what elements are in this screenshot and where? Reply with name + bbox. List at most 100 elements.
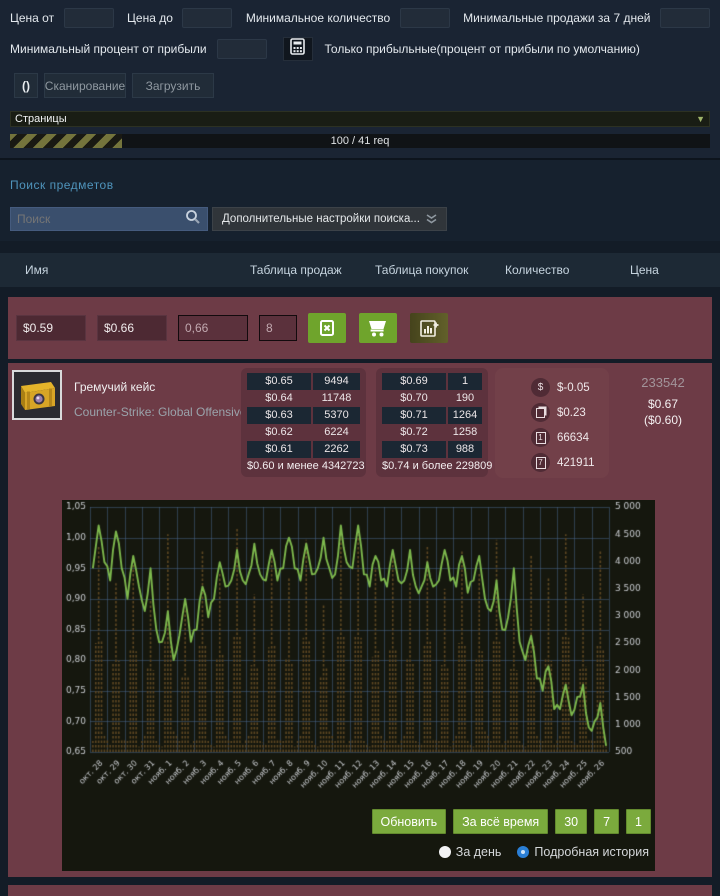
update-chart-button[interactable]: Обновить [371, 809, 447, 834]
item-row: Гремучий кейс Counter-Strike: Global Off… [8, 363, 712, 877]
price-history-panel: Обновить За всё время 30 7 1 За день Под… [62, 500, 655, 871]
sell-price-input[interactable] [97, 315, 167, 341]
buy-price: $0.72 [400, 426, 428, 438]
sell-row: $0.62 6224 [247, 424, 360, 441]
chevron-down-icon: ▼ [696, 114, 705, 124]
sell-qty: 6224 [324, 426, 349, 438]
pages-select[interactable]: Страницы ▼ [10, 111, 710, 127]
min-quantity-label: Минимальное количество [245, 11, 391, 25]
search-title: Поиск предметов [10, 178, 114, 192]
sell-price: $0.61 [247, 441, 311, 458]
price-to-input[interactable] [182, 8, 233, 28]
price-from-label: Цена от [10, 11, 55, 25]
buy-qty: 1 [448, 373, 482, 390]
remove-item-button[interactable] [308, 313, 346, 343]
min-quantity-input[interactable] [399, 8, 450, 28]
item-image [12, 370, 62, 420]
sell-row: $0.63 5370 [247, 407, 360, 424]
refresh-button[interactable]: () [14, 73, 38, 98]
alt-price: ($0.60) [643, 413, 683, 427]
cart-icon [369, 320, 386, 336]
buy-price: $0.69 [382, 373, 446, 390]
search-icon[interactable] [185, 209, 201, 230]
per-day-radio[interactable] [438, 846, 451, 858]
buy-price: $0.71 [382, 407, 446, 424]
sell-price: $0.62 [265, 426, 293, 438]
sell-footer: $0.60 и менее 4342723 [247, 460, 365, 472]
stat-value: 421911 [557, 456, 595, 469]
price-volume-chart[interactable] [62, 500, 655, 802]
column-header-buy: Таблица покупок [375, 263, 469, 277]
search-input[interactable] [17, 212, 185, 226]
calculator-icon [289, 37, 306, 61]
buy-row: $0.71 1264 [382, 407, 482, 424]
total-quantity: 233542 [641, 375, 685, 390]
stat-value: 66634 [557, 431, 589, 444]
buy-row: $0.69 1 [382, 373, 482, 390]
min-sales-input[interactable] [660, 8, 711, 28]
advanced-search-button[interactable]: Дополнительные настройки поиска... [212, 207, 447, 231]
buy-row: $0.70 190 [382, 390, 482, 407]
buy-price: $0.70 [400, 392, 428, 404]
sell-orders-table: $0.65 9494 $0.64 11748 $0.63 5370 $0.62 6224… [241, 368, 366, 477]
stat-row: 1 66634 [531, 425, 609, 450]
item-stats-panel: $ $-0.05 $0.23 1 66634 7 421911 [495, 368, 609, 478]
scan-button[interactable]: Сканирование [44, 73, 126, 98]
row-controls [8, 297, 712, 359]
current-price: $0.67 [647, 397, 679, 411]
add-chart-button[interactable] [410, 313, 448, 343]
calculator-button[interactable] [282, 37, 313, 61]
range-7-button[interactable]: 7 [594, 809, 620, 834]
min-sales-label: Минимальные продажи за 7 дней [463, 11, 651, 25]
load-button[interactable]: Загрузить [132, 73, 214, 98]
buy-qty: 1258 [452, 426, 478, 438]
next-item-row-partial [8, 885, 712, 896]
per-day-label: За день [455, 845, 502, 859]
page-7-icon: 7 [531, 453, 550, 472]
column-header-price: Цена [630, 263, 659, 277]
quantity-input[interactable] [259, 315, 297, 341]
progress-text: 100 / 41 req [330, 135, 390, 147]
sell-qty: 5370 [313, 407, 360, 424]
detailed-history-radio[interactable] [517, 846, 530, 858]
search-box [10, 207, 208, 231]
buy-orders-table: $0.69 1 $0.70 190 $0.71 1264 $0.72 1258 $0.7… [376, 368, 493, 477]
results-table-header: Имя Таблица продаж Таблица покупок Колич… [0, 253, 720, 287]
price-from-input[interactable] [63, 8, 114, 28]
advanced-search-label: Дополнительные настройки поиска... [222, 213, 420, 225]
buy-qty: 190 [455, 392, 475, 404]
stat-row: $ $-0.05 [531, 375, 609, 400]
stat-value: $0.23 [557, 406, 586, 419]
min-profit-input[interactable] [216, 39, 267, 59]
cart-button[interactable] [359, 313, 397, 343]
trash-x-icon [320, 320, 334, 336]
min-profit-label: Минимальный процент от прибыли [10, 42, 207, 56]
exchange-dollar-icon: $ [531, 378, 550, 397]
range-30-button[interactable]: 30 [555, 809, 588, 834]
sell-qty: 2262 [313, 441, 360, 458]
buy-row: $0.72 1258 [382, 424, 482, 441]
item-totals: 233542 $0.67 ($0.60) [620, 375, 706, 427]
progress-bar: 100 / 41 req [10, 134, 710, 148]
item-name: Гремучий кейс [74, 380, 156, 394]
buy-footer: $0.74 и более 229809 [382, 460, 493, 472]
limit-price-input[interactable] [178, 315, 248, 341]
sell-qty: 11748 [321, 392, 352, 404]
sell-price: $0.64 [265, 392, 293, 404]
range-1-button[interactable]: 1 [626, 809, 651, 834]
all-time-button[interactable]: За всё время [453, 809, 549, 834]
chart-plus-icon [419, 320, 438, 337]
stat-row: 7 421911 [531, 450, 609, 475]
crate-icon [21, 382, 55, 410]
pages-select-label: Страницы [15, 113, 67, 125]
stat-row: $0.23 [531, 400, 609, 425]
buy-price-input[interactable] [16, 315, 86, 341]
detailed-history-label: Подробная история [534, 845, 649, 859]
sell-price: $0.63 [247, 407, 311, 424]
sell-row: $0.64 11748 [247, 390, 360, 407]
sell-row: $0.61 2262 [247, 441, 360, 458]
search-panel: Поиск предметов Дополнительные настройки… [0, 160, 720, 241]
sell-qty: 9494 [313, 373, 360, 390]
only-profitable-label: Только прибыльные(процент от прибыли по … [324, 42, 640, 56]
item-game: Counter-Strike: Global Offensive [74, 405, 247, 419]
